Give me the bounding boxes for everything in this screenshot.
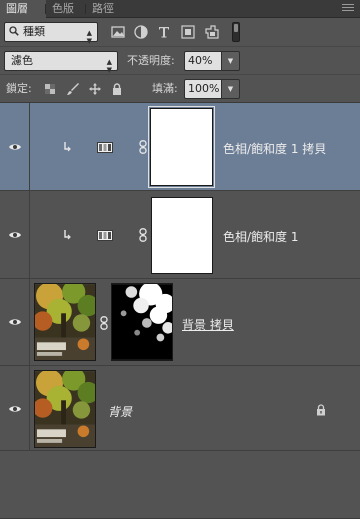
eye-icon[interactable]	[8, 230, 22, 240]
filter-kind-label: 種類	[23, 25, 45, 38]
layer-name[interactable]: 背景	[108, 403, 132, 420]
layer-name[interactable]: 色相/飽和度 1	[223, 228, 299, 245]
lock-transparent-pixels-icon[interactable]	[43, 82, 57, 96]
blend-mode-value: 濾色	[11, 54, 33, 67]
smart-object-filter-icon[interactable]	[204, 24, 220, 40]
layer-mask-thumbnail[interactable]	[148, 106, 215, 188]
lock-label: 鎖定:	[6, 82, 32, 95]
layer-row[interactable]: 背景 拷貝	[0, 279, 360, 366]
layer-mask-thumbnail[interactable]	[151, 197, 213, 274]
hue-saturation-adjustment-icon	[97, 230, 113, 241]
opacity-label: 不透明度:	[127, 54, 175, 67]
blend-bar: 濾色 ▲ ▼ 不透明度: 40% ▼	[0, 46, 360, 74]
shape-filter-icon[interactable]	[180, 24, 196, 40]
mask-link-icon[interactable]	[100, 316, 108, 330]
panel-tab-bar: 圖層 色版 路徑	[0, 0, 360, 18]
panel-menu-icon[interactable]	[342, 4, 354, 14]
mask-link-icon[interactable]	[139, 228, 147, 242]
visibility-column	[0, 366, 30, 450]
tab-paths[interactable]: 路徑	[85, 0, 126, 18]
clipping-arrow-icon	[64, 230, 71, 240]
layer-image-thumbnail[interactable]	[34, 370, 96, 448]
clipping-arrow-icon	[64, 142, 71, 152]
fill-input[interactable]: 100%	[184, 79, 222, 99]
fill-label: 填滿:	[152, 82, 178, 95]
tab-channels[interactable]: 色版	[45, 0, 86, 18]
layer-mask-thumbnail[interactable]	[111, 283, 173, 361]
fill-dropdown-button[interactable]: ▼	[222, 79, 240, 99]
eye-icon[interactable]	[8, 404, 22, 414]
layer-row[interactable]: 背景	[0, 366, 360, 451]
pixel-filter-icon[interactable]	[110, 24, 126, 40]
hue-saturation-adjustment-icon	[97, 142, 113, 153]
lock-icon	[317, 404, 325, 416]
lock-image-pixels-icon[interactable]	[66, 82, 80, 96]
lock-bar: 鎖定: 填滿: 100% ▼	[0, 74, 360, 102]
opacity-input[interactable]: 40%	[184, 51, 222, 71]
search-icon	[9, 26, 19, 36]
visibility-column	[0, 279, 30, 365]
layers-list: 色相/飽和度 1 拷貝 色相/飽和度 1 背景 拷貝 背景	[0, 102, 360, 519]
lock-position-icon[interactable]	[88, 82, 102, 96]
layer-row[interactable]: 色相/飽和度 1 拷貝	[0, 103, 360, 191]
layer-name[interactable]: 背景 拷貝	[182, 316, 234, 333]
filter-kind-select[interactable]: 種類 ▲ ▼	[4, 22, 98, 45]
visibility-column	[0, 103, 30, 190]
adjustment-filter-icon[interactable]	[133, 24, 149, 40]
type-filter-icon[interactable]	[156, 24, 172, 40]
eye-icon[interactable]	[8, 142, 22, 152]
layer-image-thumbnail[interactable]	[34, 283, 96, 361]
layer-name[interactable]: 色相/飽和度 1 拷貝	[223, 140, 326, 157]
chevron-updown-icon: ▲ ▼	[106, 58, 112, 74]
eye-icon[interactable]	[8, 317, 22, 327]
layer-row[interactable]: 色相/飽和度 1	[0, 191, 360, 279]
blend-mode-select[interactable]: 濾色 ▲ ▼	[4, 51, 118, 74]
filter-toggle[interactable]	[232, 22, 240, 42]
visibility-column	[0, 191, 30, 278]
layer-filter-bar: 種類 ▲ ▼	[0, 18, 360, 46]
chevron-updown-icon: ▲ ▼	[86, 29, 92, 45]
opacity-dropdown-button[interactable]: ▼	[222, 51, 240, 71]
mask-link-icon[interactable]	[139, 140, 147, 154]
layers-empty-area	[0, 451, 360, 519]
tab-layers[interactable]: 圖層	[0, 0, 46, 18]
lock-all-icon[interactable]	[110, 82, 124, 96]
